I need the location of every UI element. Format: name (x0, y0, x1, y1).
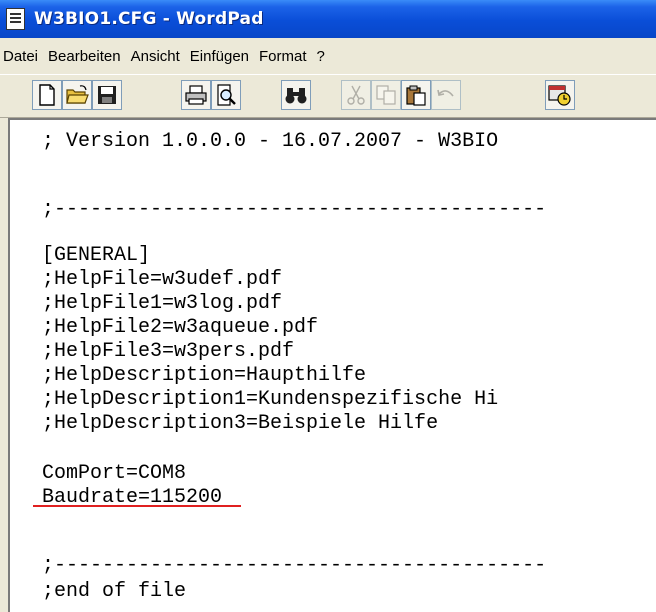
menu-format[interactable]: Format (254, 48, 312, 65)
document-icon[interactable] (6, 8, 25, 30)
print-preview-button[interactable] (211, 80, 241, 110)
find-binoculars-icon (285, 88, 307, 104)
text-line: ; Version 1.0.0.0 - 16.07.2007 - W3BIO (42, 130, 499, 153)
copy-button[interactable] (371, 80, 401, 110)
toolbar (0, 74, 656, 118)
insert-date-time-icon (548, 85, 571, 106)
paste-button[interactable] (401, 80, 431, 110)
paste-icon (406, 85, 426, 106)
save-button[interactable] (92, 80, 122, 110)
text-line: ;HelpDescription1=Kundenspezifische Hi (42, 388, 499, 411)
text-line: ;---------------------------------------… (42, 198, 547, 221)
text-line: ;HelpFile1=w3log.pdf (42, 292, 283, 315)
text-line: [GENERAL] (42, 244, 151, 267)
highlight-underline (33, 505, 241, 507)
copy-icon (376, 85, 396, 105)
text-line: ;HelpFile=w3udef.pdf (42, 268, 283, 291)
new-document-button[interactable] (32, 80, 62, 110)
print-preview-icon (217, 84, 236, 106)
wordpad-window: W3BIO1.CFG - WordPad Datei Bearbeiten An… (0, 0, 656, 612)
find-button[interactable] (281, 80, 311, 110)
text-line: ;HelpFile2=w3aqueue.pdf (42, 316, 319, 339)
text-line: ;HelpFile3=w3pers.pdf (42, 340, 295, 363)
cut-button[interactable] (341, 80, 371, 110)
menu-bearbeiten[interactable]: Bearbeiten (43, 48, 126, 65)
menu-bar: Datei Bearbeiten Ansicht Einfügen Format… (0, 38, 656, 74)
new-document-icon (39, 84, 55, 106)
insert-date-time-button[interactable] (545, 80, 575, 110)
document-area[interactable]: ; Version 1.0.0.0 - 16.07.2007 - W3BIO ;… (8, 118, 656, 612)
text-line: ;HelpDescription3=Beispiele Hilfe (42, 412, 439, 435)
print-button[interactable] (181, 80, 211, 110)
text-line-comport: ComPort=COM8 (42, 462, 187, 485)
menu-ansicht[interactable]: Ansicht (126, 48, 185, 65)
undo-button[interactable] (431, 80, 461, 110)
title-bar[interactable]: W3BIO1.CFG - WordPad (0, 0, 656, 38)
window-title: W3BIO1.CFG - WordPad (34, 9, 264, 29)
open-folder-icon (66, 85, 89, 104)
menu-help[interactable]: ? (312, 48, 330, 65)
print-icon (185, 85, 207, 105)
text-line: ;---------------------------------------… (42, 554, 547, 577)
open-button[interactable] (62, 80, 92, 110)
undo-icon (437, 89, 454, 97)
menu-datei[interactable]: Datei (0, 48, 43, 65)
save-disk-icon (98, 86, 116, 104)
cut-scissors-icon (347, 85, 365, 105)
menu-einfuegen[interactable]: Einfügen (185, 48, 254, 65)
text-line: ;HelpDescription=Haupthilfe (42, 364, 367, 387)
text-line: ;end of file (42, 580, 187, 603)
